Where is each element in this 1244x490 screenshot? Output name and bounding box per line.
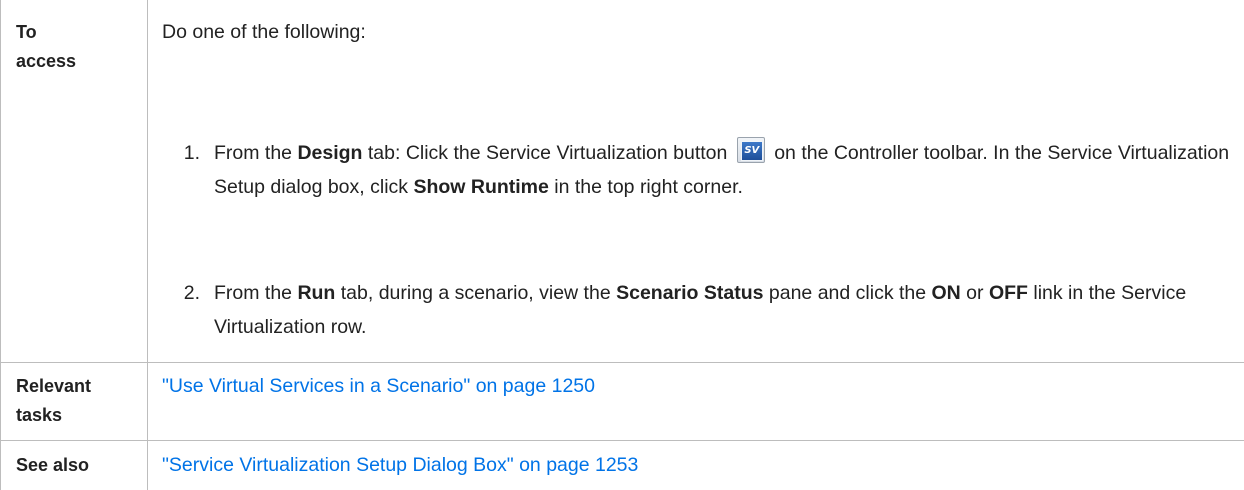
list-item-number-1: 1. [183,142,200,164]
show-runtime-name: Show Runtime [413,176,549,198]
row-divider-tasks [0,440,1244,441]
list-item-number-2: 2. [183,282,200,304]
service-virtualization-setup-link[interactable]: "Service Virtualization Setup Dialog Box… [162,451,638,480]
on-link-name: ON [931,282,961,304]
off-link-name: OFF [988,282,1028,304]
row-label-relevant-tasks: Relevant tasks [16,376,92,425]
row-label-to-access: To access [16,22,77,71]
row-divider-access [0,362,1244,363]
list-item-1: From the Design tab: Click the Service V… [214,136,1244,204]
list-item-2: From the Run tab, during a scenario, vie… [214,282,1187,338]
table-column-divider [147,0,148,490]
run-tab-name: Run [297,282,336,304]
use-virtual-services-link[interactable]: "Use Virtual Services in a Scenario" on … [162,372,595,401]
row-label-see-also: See also [16,455,90,475]
design-tab-name: Design [297,142,363,164]
access-intro-text: Do one of the following: [162,21,366,43]
scenario-status-name: Scenario Status [616,282,764,304]
service-virtualization-icon: SV [736,137,765,163]
table-left-border [0,0,1,490]
